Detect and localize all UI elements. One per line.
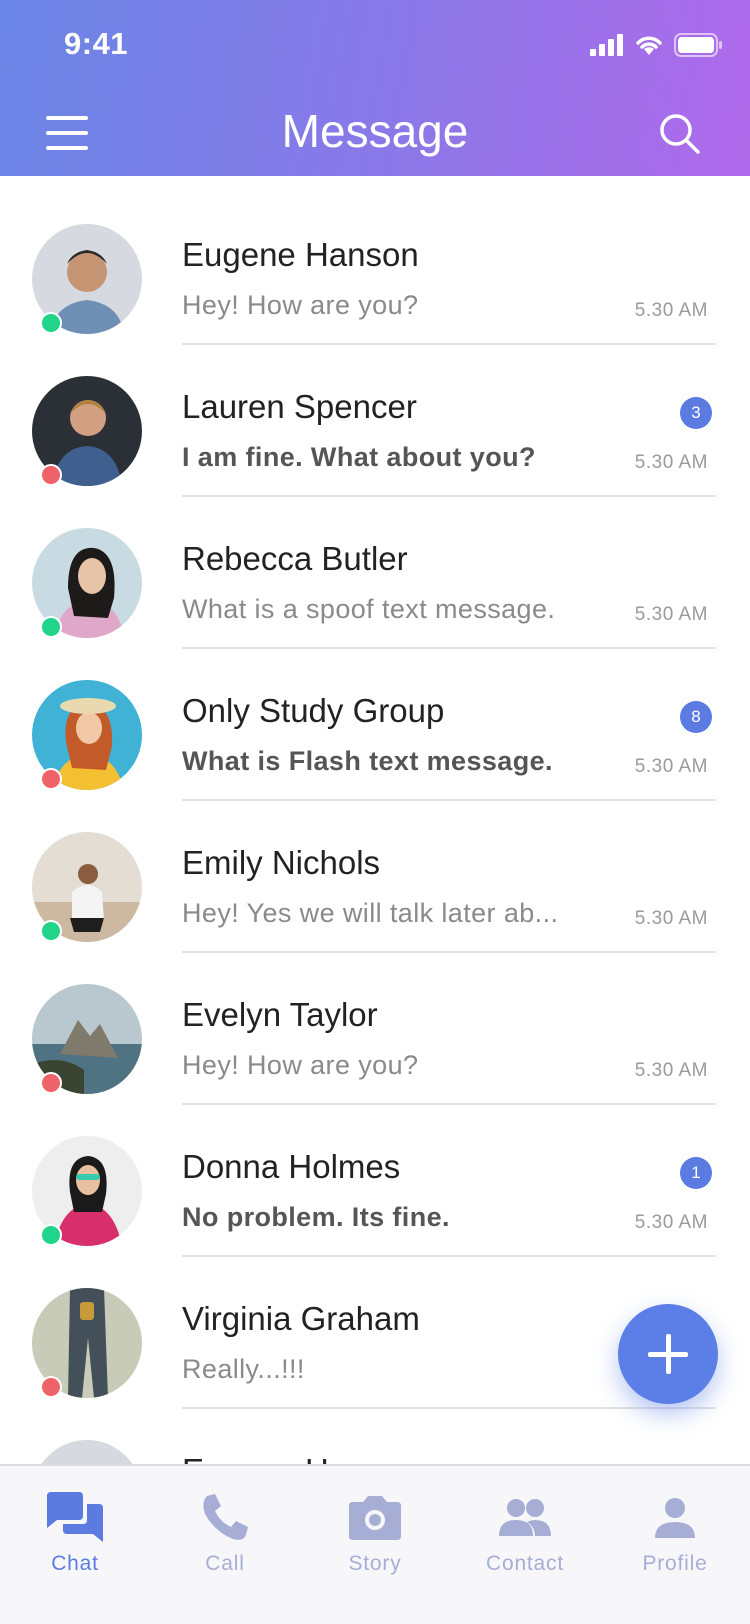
phone-icon xyxy=(203,1494,248,1540)
conversation-list: Eugene Hanson Hey! How are you? 5.30 AM … xyxy=(0,176,750,1464)
unread-badge: 1 xyxy=(680,1157,712,1189)
tab-label: Chat xyxy=(51,1552,99,1575)
tab-label: Profile xyxy=(642,1552,708,1575)
new-message-button[interactable] xyxy=(618,1304,718,1404)
app-header: 9:41 Message xyxy=(0,0,750,176)
page-title: Message xyxy=(281,105,469,157)
chat-icon xyxy=(47,1492,103,1542)
message-time: 5.30 AM xyxy=(634,1060,708,1081)
contact-name: Lauren Spencer xyxy=(182,388,417,425)
tab-story[interactable]: Story xyxy=(300,1466,450,1624)
group-name: Only Study Group xyxy=(182,692,445,729)
message-preview: Hey! Yes we will talk later ab... xyxy=(182,898,559,928)
conversation-row[interactable]: Eugene Hanson Hey! How are you? 5.30 AM xyxy=(0,176,750,345)
status-icons xyxy=(590,32,722,58)
tab-chat[interactable]: Chat xyxy=(0,1466,150,1624)
battery-icon xyxy=(674,33,722,57)
tab-label: Story xyxy=(348,1552,402,1575)
contact-name: Virginia Graham xyxy=(182,1300,420,1337)
message-preview: Hey! How are you? xyxy=(182,290,419,320)
message-preview: What is a spoof text message. xyxy=(182,594,556,624)
message-time: 5.30 AM xyxy=(634,452,708,473)
tab-label: Call xyxy=(205,1552,245,1575)
status-time: 9:41 xyxy=(64,26,129,61)
contact-name: Donna Holmes xyxy=(182,1148,401,1185)
message-time: 5.30 AM xyxy=(634,604,708,625)
message-preview: No problem. Its fine. xyxy=(182,1202,450,1232)
conversation-row[interactable]: Rebecca Butler What is a spoof text mess… xyxy=(0,480,750,649)
tab-contact[interactable]: Contact xyxy=(450,1466,600,1624)
contact-name: Eugene Hanson xyxy=(182,1452,419,1464)
conversation-row[interactable]: Donna Holmes No problem. Its fine. 1 5.3… xyxy=(0,1088,750,1257)
message-time: 5.30 AM xyxy=(634,1212,708,1233)
contact-name: Eugene Hanson xyxy=(182,236,419,273)
contact-name: Emily Nichols xyxy=(182,844,381,881)
conversation-row[interactable]: Only Study Group What is Flash text mess… xyxy=(0,632,750,801)
unread-badge: 3 xyxy=(680,397,712,429)
search-icon[interactable] xyxy=(658,112,702,156)
message-preview: Really...!!! xyxy=(182,1354,305,1384)
profile-icon xyxy=(655,1498,695,1538)
message-preview: Hey! How are you? xyxy=(182,1050,419,1080)
contact-name: Rebecca Butler xyxy=(182,540,408,577)
message-time: 5.30 AM xyxy=(634,756,708,777)
conversation-row[interactable]: Evelyn Taylor Hey! How are you? 5.30 AM xyxy=(0,936,750,1105)
conversation-row[interactable]: Eugene Hanson xyxy=(0,1392,750,1464)
wifi-icon xyxy=(636,36,662,55)
contacts-icon xyxy=(499,1499,551,1536)
tab-call[interactable]: Call xyxy=(150,1466,300,1624)
avatar xyxy=(32,1440,142,1464)
message-time: 5.30 AM xyxy=(634,300,708,321)
tab-profile[interactable]: Profile xyxy=(600,1466,750,1624)
conversation-row[interactable]: Lauren Spencer I am fine. What about you… xyxy=(0,328,750,497)
conversation-row[interactable]: Emily Nichols Hey! Yes we will talk late… xyxy=(0,784,750,953)
unread-badge: 8 xyxy=(680,701,712,733)
contact-name: Evelyn Taylor xyxy=(182,996,378,1033)
message-preview: What is Flash text message. xyxy=(182,746,553,776)
message-preview: I am fine. What about you? xyxy=(182,442,536,472)
signal-icon xyxy=(590,34,623,56)
tab-label: Contact xyxy=(486,1552,564,1575)
message-time: 5.30 AM xyxy=(634,908,708,929)
camera-icon xyxy=(349,1496,401,1540)
bottom-tab-bar: Chat Call Story Contact Profile xyxy=(0,1464,750,1624)
